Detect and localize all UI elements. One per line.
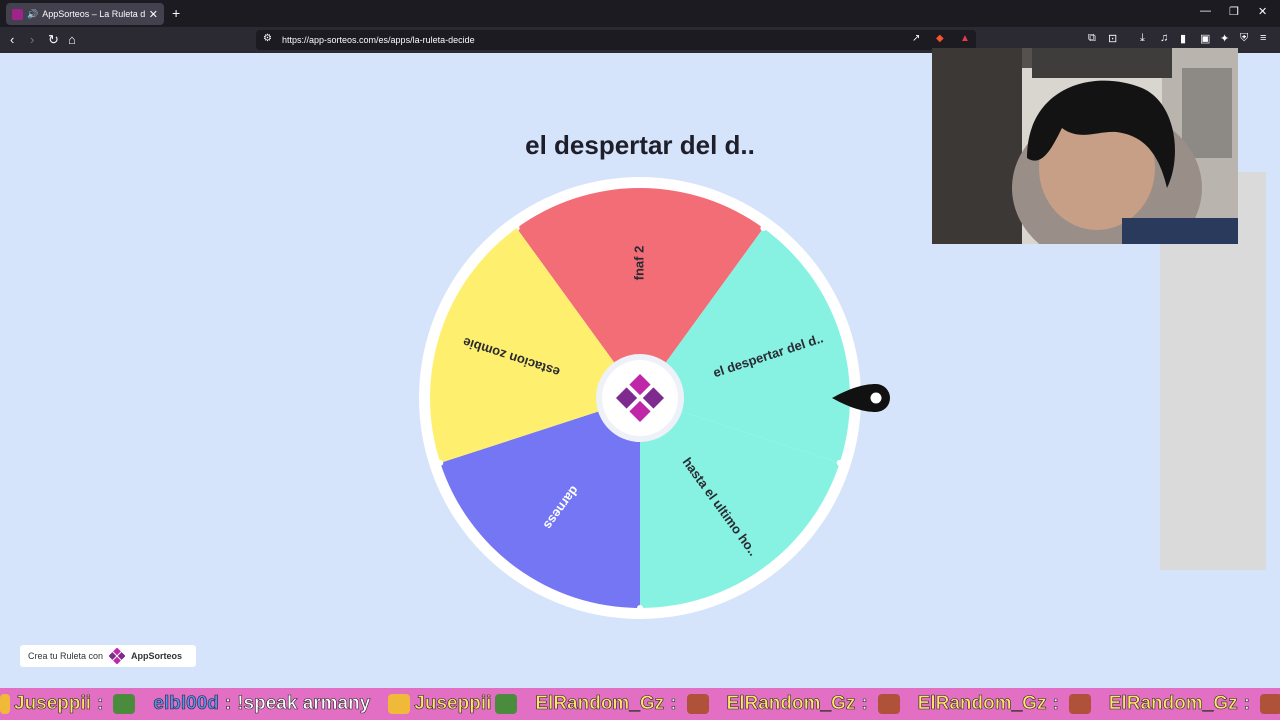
spin-wheel[interactable]: fnaf 2el despertar del d..hasta el ultim… (418, 176, 862, 620)
face-emote-icon (877, 694, 900, 714)
wheel-peg (760, 225, 767, 232)
url-text: https://app-sorteos.com/es/apps/la-rulet… (282, 35, 475, 45)
tab-title: AppSorteos – La Ruleta de la (42, 9, 145, 19)
forward-icon[interactable]: › (30, 32, 34, 47)
share-icon[interactable]: ↗ (912, 33, 920, 44)
back-icon[interactable]: ‹ (10, 32, 14, 47)
sidebar-icon[interactable]: ▮ (1180, 32, 1186, 45)
chat-username: Juseppii (14, 693, 92, 715)
leo-icon[interactable]: ✦ (1220, 32, 1229, 45)
chat-username: elbl00d (153, 693, 219, 715)
chat-username: ElRandom_Gz (917, 693, 1047, 715)
chat-message: ElRandom_Gz : (917, 693, 1095, 715)
wheel-hub (602, 360, 678, 436)
chat-username: ElRandom_Gz (1108, 693, 1238, 715)
pepe-emote-icon (113, 694, 136, 714)
close-tab-icon[interactable]: ✕ (149, 8, 158, 21)
chat-message: ElRandom_Gz : (726, 693, 904, 715)
wheel-peg (637, 605, 643, 611)
chat-username: ElRandom_Gz (535, 693, 665, 715)
chat-username: ElRandom_Gz (726, 693, 856, 715)
crown-emote-icon (0, 694, 10, 714)
screenshot-icon[interactable]: ⊡ (1108, 32, 1117, 45)
brand-prefix: Crea tu Ruleta con (28, 651, 104, 661)
chat-ticker: Juseppii : elbl00d : !speak armany Jusep… (0, 688, 1280, 720)
create-wheel-button[interactable]: Crea tu Ruleta con AppSorteos (20, 645, 196, 667)
wheel-peg (836, 459, 843, 466)
home-icon[interactable]: ⌂ (68, 32, 76, 47)
url-bar[interactable]: ⚙ https://app-sorteos.com/es/apps/la-rul… (256, 30, 976, 50)
appsorteos-brand-icon (109, 648, 126, 664)
chat-message: Juseppii : (14, 693, 139, 715)
chat-text: !speak armany (237, 693, 371, 715)
downloads-icon[interactable]: ⤓ (1140, 32, 1145, 45)
pepe-emote-icon (495, 694, 518, 714)
extensions-icon[interactable]: ⧉ (1088, 32, 1096, 45)
pointer-pin-icon (870, 392, 882, 404)
minimize-icon[interactable]: — (1200, 5, 1211, 17)
reload-icon[interactable]: ↻ (48, 32, 59, 48)
webcam-overlay (932, 48, 1238, 244)
crown-emote-icon (388, 694, 411, 714)
site-settings-icon[interactable]: ⚙ (263, 33, 272, 44)
wallet-icon[interactable]: ▣ (1200, 32, 1210, 45)
appsorteos-favicon-icon (12, 8, 23, 20)
close-window-icon[interactable]: ✕ (1258, 5, 1267, 18)
vpn-icon[interactable]: ⛨ (1240, 32, 1248, 45)
menu-icon[interactable]: ≡ (1260, 32, 1266, 44)
brand-name: AppSorteos (131, 651, 183, 661)
brave-shield-icon[interactable]: ◆ (936, 33, 944, 44)
face-emote-icon (686, 694, 709, 714)
wheel-peg (437, 459, 444, 466)
tab-bar: 🔊 AppSorteos – La Ruleta de la ✕ + — ❐ ✕ (0, 0, 1280, 27)
chat-message: ElRandom_Gz : (1108, 693, 1280, 715)
audio-playing-icon[interactable]: 🔊 (27, 9, 38, 20)
chat-message: Juseppii (384, 693, 521, 715)
rewards-icon[interactable]: ▲ (960, 33, 970, 44)
chat-message: elbl00d : !speak armany (153, 693, 371, 715)
face-emote-icon (1259, 694, 1280, 714)
face-emote-icon (1068, 694, 1091, 714)
media-icon[interactable]: ♫ (1160, 32, 1168, 44)
wheel-pointer[interactable] (830, 382, 894, 414)
wheel-result-title: el despertar del d.. (525, 130, 755, 160)
wheel-segment-label: fnaf 2 (631, 246, 646, 281)
browser-tab[interactable]: 🔊 AppSorteos – La Ruleta de la ✕ (6, 3, 164, 25)
chat-message: ElRandom_Gz : (535, 693, 712, 715)
new-tab-icon[interactable]: + (172, 5, 180, 21)
chat-username: Juseppii (414, 693, 492, 715)
restore-icon[interactable]: ❐ (1229, 5, 1239, 18)
